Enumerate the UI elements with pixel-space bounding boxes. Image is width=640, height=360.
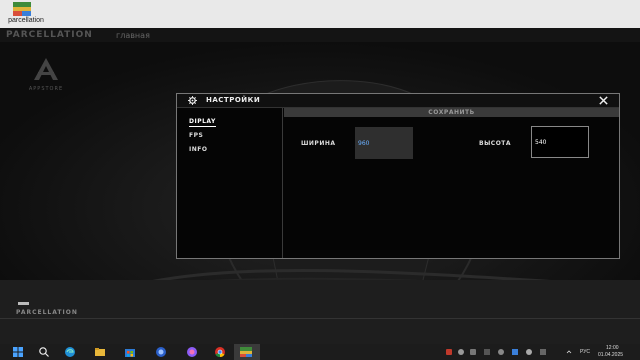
chevron-up-icon[interactable] — [566, 349, 572, 355]
dialog-header: НАСТРОЙКИ — [177, 94, 619, 107]
save-button-label: СОХРАНИТЬ — [428, 109, 475, 116]
chrome-icon[interactable] — [214, 346, 226, 358]
tray-app-icon[interactable] — [540, 349, 546, 355]
gear-icon — [188, 96, 197, 105]
height-input[interactable] — [531, 126, 589, 158]
settings-dialog: НАСТРОЙКИ DIPLAY FPS INFO СОХРАНИТЬ ШИРИ… — [176, 93, 620, 259]
menu-dash-icon[interactable] — [18, 302, 29, 305]
tray-app-icon[interactable] — [498, 349, 504, 355]
tab-info[interactable]: INFO — [189, 146, 207, 153]
tab-display[interactable]: DIPLAY — [189, 118, 216, 127]
appstore-logo[interactable]: APPSTORE — [24, 54, 68, 96]
appstore-label: APPSTORE — [28, 86, 64, 92]
parcellation-taskbar-icon[interactable] — [240, 346, 252, 358]
file-explorer-icon[interactable] — [94, 346, 106, 358]
app-topbar: PARCELLATION главная — [0, 28, 640, 42]
app-icon — [13, 2, 31, 16]
dialog-title: НАСТРОЙКИ — [206, 96, 261, 104]
language-indicator[interactable]: РУС — [580, 349, 590, 355]
desktop-icon-parcellation[interactable]: parcellation — [6, 2, 46, 26]
screen: parcellation PARCELLATION главная APPSTO… — [0, 0, 640, 360]
desktop-icon-label: parcellation — [8, 17, 44, 24]
tray-app-icon[interactable] — [526, 349, 532, 355]
tray-app-icon[interactable] — [484, 349, 490, 355]
tab-fps[interactable]: FPS — [189, 132, 203, 139]
close-icon[interactable] — [598, 95, 609, 106]
tray-app-icon[interactable] — [458, 349, 464, 355]
width-input[interactable] — [355, 127, 413, 159]
search-icon[interactable] — [38, 346, 50, 358]
edge-browser-icon[interactable] — [64, 346, 76, 358]
app-page-title[interactable]: главная — [116, 31, 150, 40]
media-app-icon[interactable] — [155, 346, 167, 358]
bottom-app-label: PARCELLATION — [16, 309, 78, 316]
app-bottom-bar: PARCELLATION — [0, 280, 640, 344]
divider — [0, 318, 640, 319]
save-button[interactable]: СОХРАНИТЬ — [284, 108, 619, 117]
settings-sidebar: DIPLAY FPS INFO — [177, 108, 283, 258]
clock-date[interactable]: 01.04.2025 — [598, 352, 623, 358]
tray-app-icon[interactable] — [470, 349, 476, 355]
copilot-icon[interactable] — [186, 346, 198, 358]
clock-time[interactable]: 12:00 — [606, 345, 619, 351]
width-label: ШИРИНА — [301, 140, 336, 147]
tray-app-icon[interactable] — [512, 349, 518, 355]
desktop: parcellation — [0, 0, 640, 28]
store-icon[interactable] — [124, 346, 136, 358]
appstore-icon — [34, 58, 58, 80]
height-label: ВЫСОТА — [479, 140, 512, 147]
app-title: PARCELLATION — [6, 30, 93, 40]
tray-app-icon[interactable] — [446, 349, 452, 355]
windows-start-icon[interactable] — [12, 346, 24, 358]
taskbar: РУС 12:00 01.04.2025 — [0, 344, 640, 360]
